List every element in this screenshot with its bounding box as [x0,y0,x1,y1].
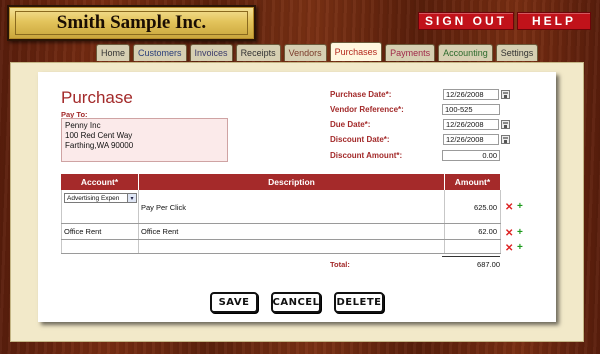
save-button[interactable]: SAVE [210,292,258,313]
delete-row-icon[interactable]: ✕ [505,229,513,239]
account-cell[interactable]: Office Rent [64,227,101,236]
table-row [61,240,501,254]
tab-accounting[interactable]: Accounting [438,44,493,61]
company-plaque: Smith Sample Inc. [7,5,256,41]
tab-invoices[interactable]: Invoices [189,44,233,61]
tab-payments[interactable]: Payments [385,44,436,61]
add-row-icon[interactable]: + [517,228,523,238]
calendar-icon[interactable] [501,120,510,129]
purchase-date-field[interactable]: 12/26/2008 [443,89,499,100]
sign-out-button[interactable]: SIGN OUT [418,12,514,30]
tab-vendors[interactable]: Vendors [283,44,327,61]
tab-home[interactable]: Home [96,44,131,61]
tab-customers[interactable]: Customers [133,44,187,61]
table-row: Office Rent Office Rent 62.00 [61,224,501,240]
help-button[interactable]: HELP [517,12,591,30]
total-label: Total: [330,260,350,269]
amount-cell[interactable]: 625.00 [474,203,497,212]
due-date-field[interactable]: 12/26/2008 [443,119,499,130]
add-row-icon[interactable]: + [517,202,523,212]
purchase-date-label: Purchase Date*: [330,90,392,99]
tab-settings[interactable]: Settings [495,44,539,61]
delete-row-icon[interactable]: ✕ [505,203,513,213]
vendor-reference-label: Vendor Reference*: [330,105,404,114]
amount-header: Amount* [445,174,501,190]
tab-purchases[interactable]: Purchases [329,42,383,61]
account-header: Account* [61,174,139,190]
tab-receipts[interactable]: Receipts [235,44,281,61]
description-cell[interactable]: Office Rent [141,227,178,236]
calendar-icon[interactable] [501,135,510,144]
discount-date-label: Discount Date*: [330,135,390,144]
company-name: Smith Sample Inc. [56,12,207,33]
pay-to-address[interactable]: Penny Inc 100 Red Cent Way Farthing,WA 9… [61,118,228,162]
discount-date-field[interactable]: 12/26/2008 [443,134,499,145]
due-date-label: Due Date*: [330,120,371,129]
chevron-down-icon[interactable]: ▾ [127,194,136,202]
page-title: Purchase [61,88,133,107]
total-value: 687.00 [477,260,500,269]
table-header: Account* Description Amount* [61,174,501,190]
discount-amount-label: Discount Amount*: [330,151,403,160]
nav-tabs: Home Customers Invoices Receipts Vendors… [96,42,539,61]
description-cell[interactable]: Pay Per Click [141,203,186,212]
account-select[interactable]: Advertising Expen ▾ [64,193,137,203]
amount-cell[interactable]: 62.00 [478,227,497,236]
line-items-table: Account* Description Amount* Advertising… [61,174,501,254]
table-row: Advertising Expen ▾ Pay Per Click 625.00 [61,190,501,224]
cancel-button[interactable]: CANCEL [271,292,321,313]
delete-button[interactable]: DELETE [334,292,384,313]
discount-amount-field[interactable]: 0.00 [442,150,500,161]
calendar-icon[interactable] [501,90,510,99]
description-header: Description [139,174,445,190]
delete-row-icon[interactable]: ✕ [505,244,513,254]
purchase-form: Purchase Pay To: Penny Inc 100 Red Cent … [38,72,556,322]
total-divider [442,256,500,257]
add-row-icon[interactable]: + [517,243,523,253]
vendor-reference-field[interactable]: 100-525 [442,104,500,115]
